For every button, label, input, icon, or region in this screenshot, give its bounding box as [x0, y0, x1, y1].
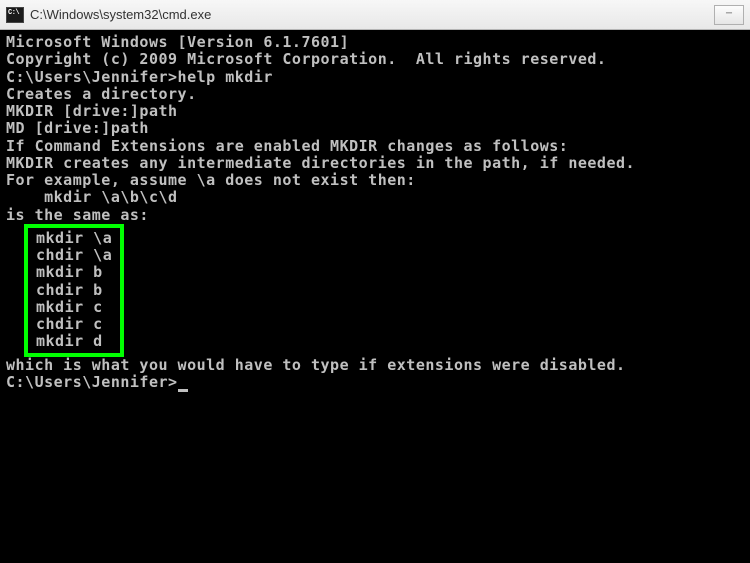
window-controls: ─ — [714, 5, 744, 25]
help-description: Creates a directory. — [6, 86, 744, 103]
cmd-icon — [6, 7, 24, 23]
same-as: is the same as: — [6, 207, 744, 224]
example-command: mkdir \a\b\c\d — [6, 189, 744, 206]
hl-mkdir-a: mkdir \a — [36, 230, 112, 247]
cmd-window: C:\Windows\system32\cmd.exe ─ Microsoft … — [0, 0, 750, 563]
hl-mkdir-d: mkdir d — [36, 333, 112, 350]
syntax-mkdir: MKDIR [drive:]path — [6, 103, 744, 120]
current-prompt: C:\Users\Jennifer> — [6, 374, 744, 391]
hl-chdir-c: chdir c — [36, 316, 112, 333]
minimize-button[interactable]: ─ — [714, 5, 744, 25]
prompt-command: C:\Users\Jennifer>help mkdir — [6, 69, 744, 86]
window-title: C:\Windows\system32\cmd.exe — [30, 7, 708, 22]
hl-mkdir-b: mkdir b — [36, 264, 112, 281]
footer-note: which is what you would have to type if … — [6, 357, 744, 374]
hl-chdir-a: chdir \a — [36, 247, 112, 264]
cursor — [178, 389, 188, 392]
highlight-box: mkdir \achdir \amkdir bchdir bmkdir cchd… — [24, 224, 124, 357]
titlebar[interactable]: C:\Windows\system32\cmd.exe ─ — [0, 0, 750, 30]
prompt-text: C:\Users\Jennifer> — [6, 374, 178, 391]
version-line: Microsoft Windows [Version 6.1.7601] — [6, 34, 744, 51]
copyright-line: Copyright (c) 2009 Microsoft Corporation… — [6, 51, 744, 68]
hl-chdir-b: chdir b — [36, 282, 112, 299]
syntax-md: MD [drive:]path — [6, 120, 744, 137]
example-note: For example, assume \a does not exist th… — [6, 172, 744, 189]
intermediate-note: MKDIR creates any intermediate directori… — [6, 155, 744, 172]
terminal-output[interactable]: Microsoft Windows [Version 6.1.7601]Copy… — [0, 30, 750, 563]
extensions-note: If Command Extensions are enabled MKDIR … — [6, 138, 744, 155]
hl-mkdir-c: mkdir c — [36, 299, 112, 316]
